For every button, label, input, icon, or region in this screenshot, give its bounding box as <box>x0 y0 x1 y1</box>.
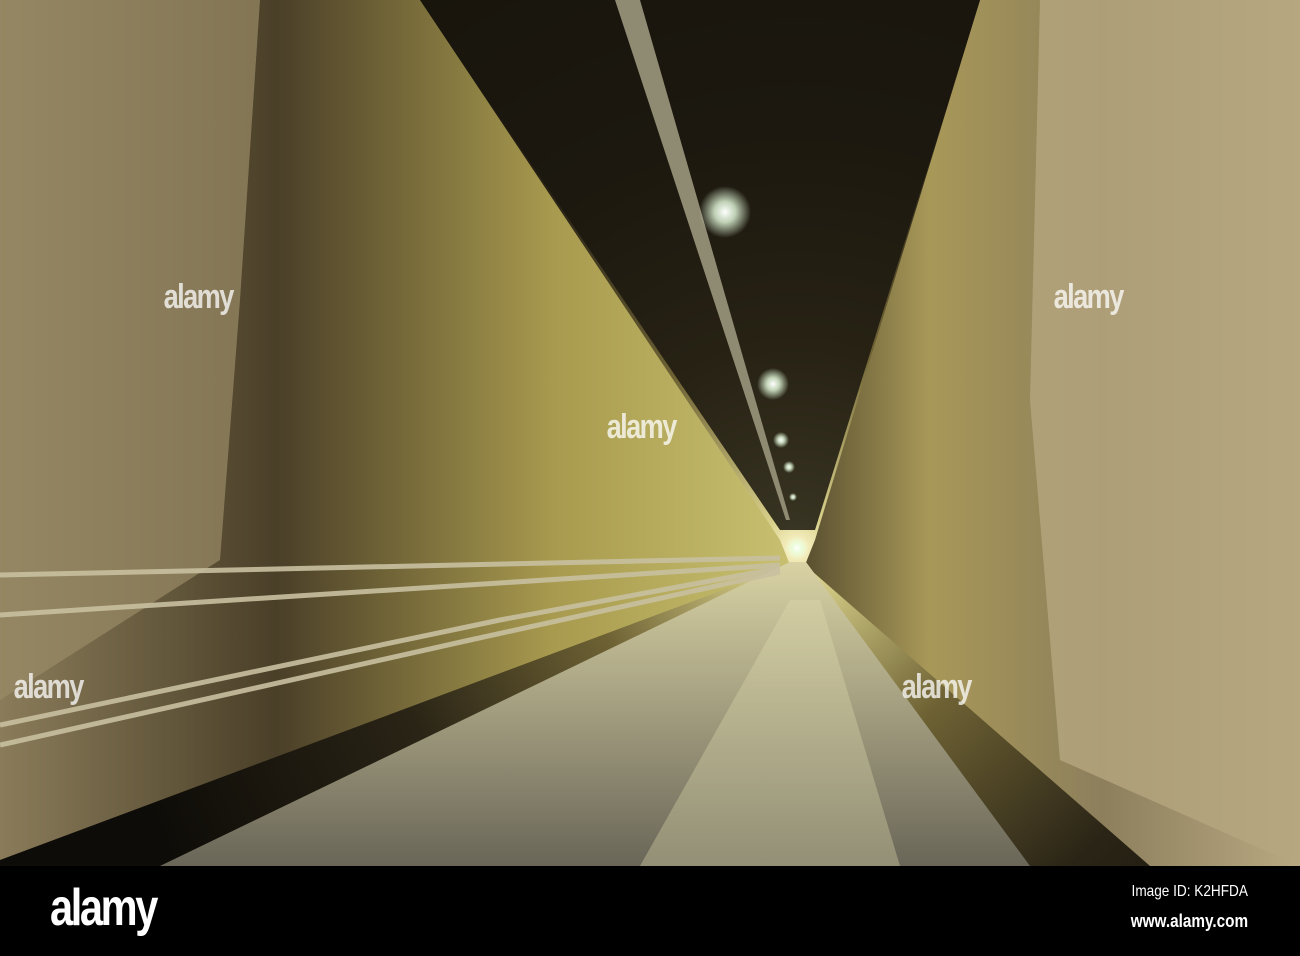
watermark: alamy <box>1053 278 1125 316</box>
image-id: Image ID: K2HFDA <box>1131 883 1248 900</box>
watermark: alamy <box>606 408 678 446</box>
alamy-logo: alamy <box>50 879 158 937</box>
footer-bar: alamy Image ID: K2HFDA www.alamy.com <box>0 866 1300 956</box>
website-url: www.alamy.com <box>1130 911 1248 931</box>
watermark: alamy <box>163 278 235 316</box>
watermark: alamy <box>901 668 973 706</box>
stock-photo-frame: alamy alamy alamy alamy alamy alamy Imag… <box>0 0 1300 956</box>
watermark: alamy <box>13 668 85 706</box>
